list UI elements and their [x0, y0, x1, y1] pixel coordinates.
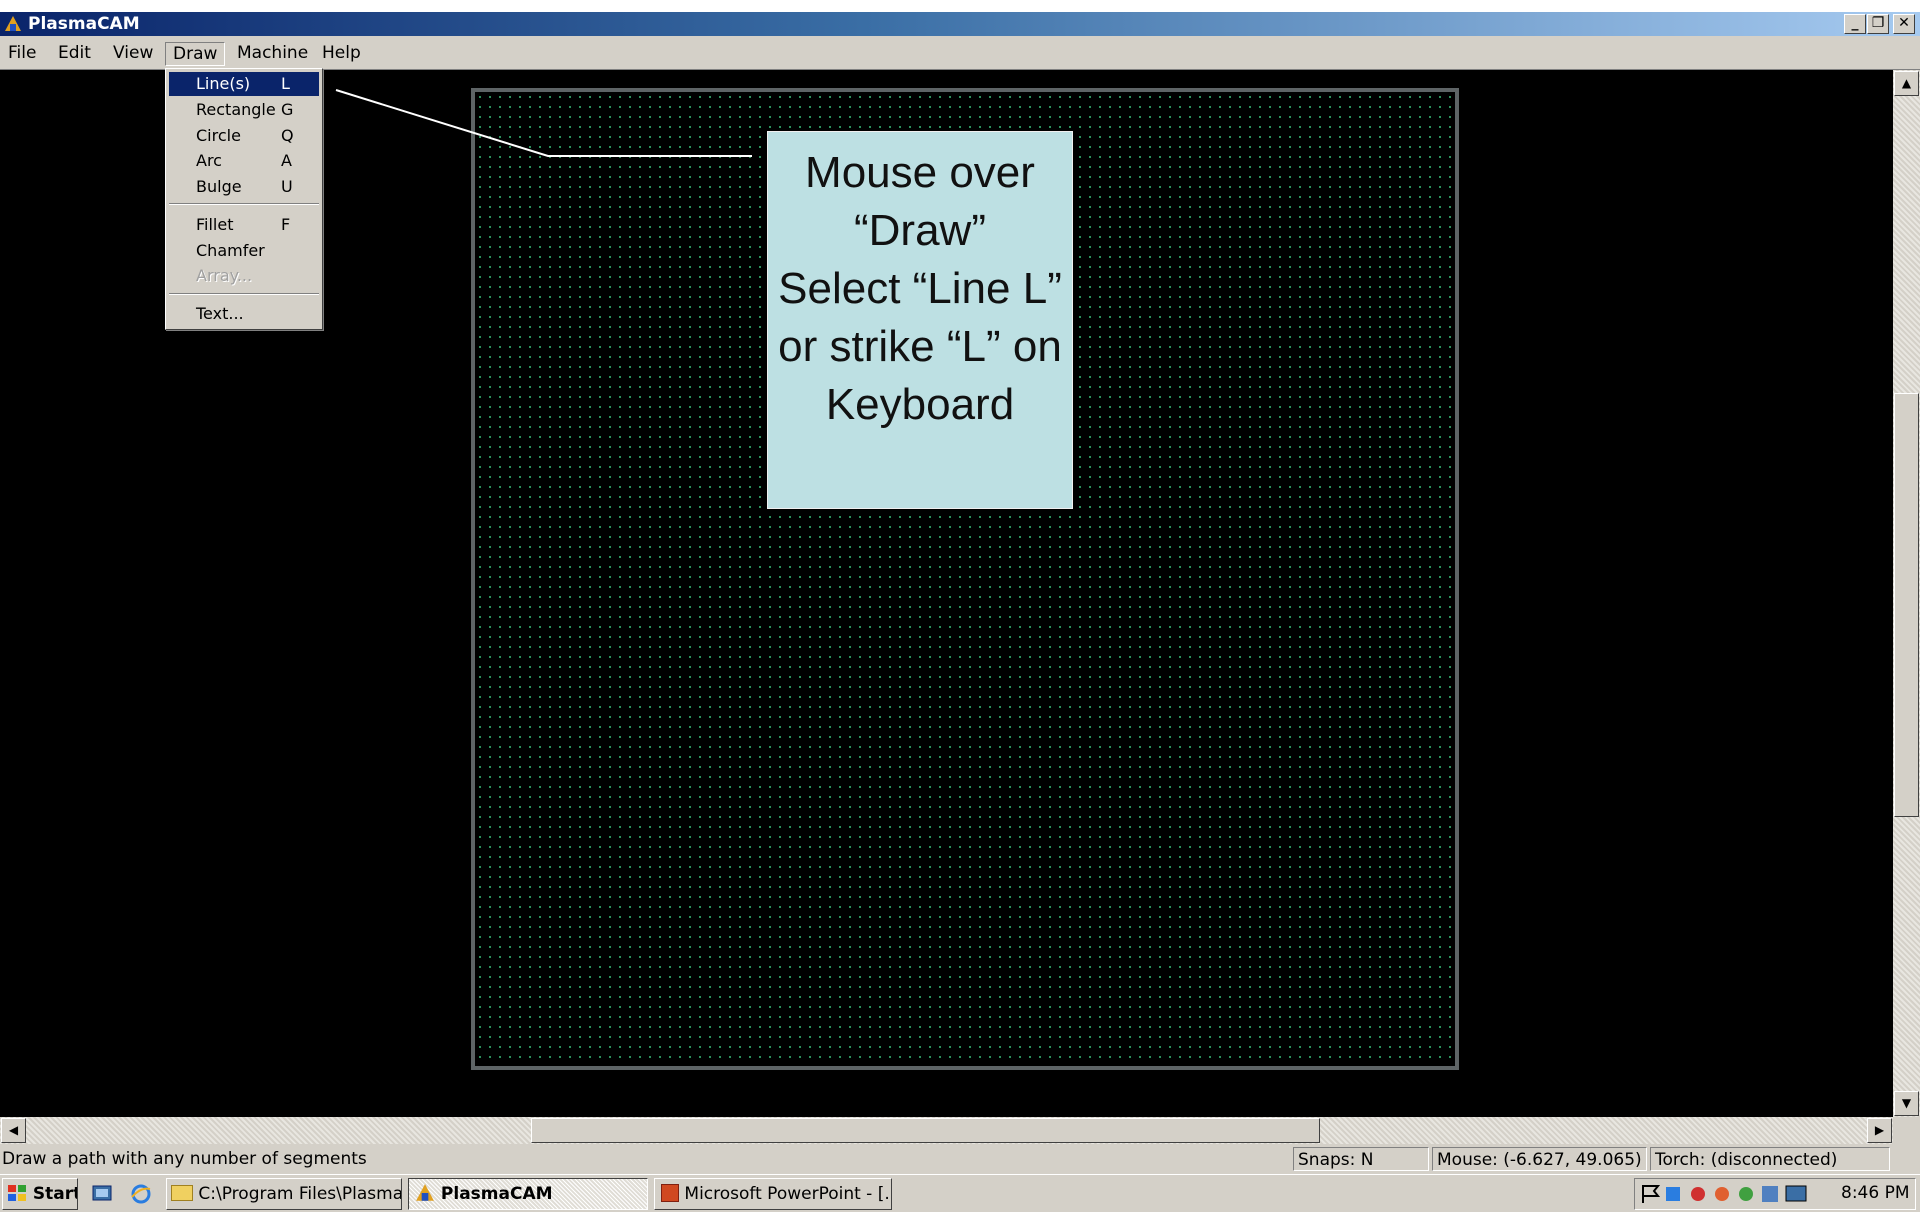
- menu-edit[interactable]: Edit: [58, 43, 91, 63]
- menu-item-chamfer[interactable]: Chamfer: [169, 239, 319, 263]
- menu-item-label: Array...: [196, 266, 253, 285]
- close-icon[interactable]: ✕: [1893, 14, 1915, 34]
- menu-item-label: Arc: [196, 151, 222, 170]
- status-bar: Draw a path with any number of segments …: [0, 1144, 1920, 1174]
- menu-item-shortcut: Q: [281, 126, 294, 145]
- restore-icon[interactable]: ❐: [1867, 14, 1889, 34]
- scroll-left-arrow-icon[interactable]: ◀: [1, 1118, 26, 1143]
- taskbar-powerpoint-window[interactable]: Microsoft PowerPoint - [...: [654, 1178, 892, 1210]
- status-hint: Draw a path with any number of segments: [2, 1149, 367, 1169]
- minimize-icon[interactable]: _: [1844, 14, 1866, 34]
- taskbar: Start C:\Program Files\Plasma... PlasmaC…: [0, 1174, 1920, 1212]
- menu-item-label: Circle: [196, 126, 241, 145]
- start-button[interactable]: Start: [2, 1178, 78, 1210]
- window-title: PlasmaCAM: [28, 14, 140, 34]
- scrollbar-corner: [1893, 1117, 1920, 1144]
- horizontal-scrollbar[interactable]: ◀ ▶: [0, 1117, 1893, 1144]
- menu-item-array: Array...: [169, 264, 319, 288]
- menu-item-circle[interactable]: Circle Q: [169, 124, 319, 148]
- menu-item-lines[interactable]: Line(s) L: [169, 72, 319, 96]
- taskbar-explorer-window[interactable]: C:\Program Files\Plasma...: [166, 1178, 402, 1210]
- taskbar-task-label: C:\Program Files\Plasma...: [198, 1184, 402, 1204]
- vertical-scrollbar[interactable]: ▲ ▼: [1893, 70, 1920, 1117]
- menu-item-label: Bulge: [196, 177, 242, 196]
- show-desktop-icon[interactable]: [92, 1184, 114, 1204]
- menu-item-text[interactable]: Text...: [169, 302, 319, 326]
- window-titlebar: PlasmaCAM _ ❐ ✕: [0, 12, 1920, 36]
- menu-draw[interactable]: Draw: [165, 42, 226, 66]
- menu-item-arc[interactable]: Arc A: [169, 149, 319, 173]
- vertical-scroll-thumb[interactable]: [1894, 393, 1919, 817]
- horizontal-scroll-thumb[interactable]: [531, 1118, 1320, 1143]
- internet-explorer-icon[interactable]: [130, 1183, 152, 1205]
- menu-file[interactable]: File: [8, 43, 36, 63]
- menu-item-label: Chamfer: [196, 241, 265, 260]
- menu-item-label: Fillet: [196, 215, 234, 234]
- status-snaps: Snaps: N: [1293, 1147, 1429, 1171]
- menu-item-shortcut: A: [281, 151, 292, 170]
- menu-item-shortcut: U: [281, 177, 293, 196]
- menu-machine[interactable]: Machine: [237, 43, 308, 63]
- system-tray: 8:46 PM: [1634, 1178, 1916, 1210]
- menu-view[interactable]: View: [113, 43, 153, 63]
- taskbar-task-label: PlasmaCAM: [440, 1184, 553, 1204]
- menu-bar: File Edit View Draw Machine Help: [0, 36, 1920, 70]
- menu-item-shortcut: F: [281, 215, 291, 234]
- tray-icons[interactable]: [1640, 1183, 1810, 1205]
- windows-logo-icon: [8, 1185, 26, 1201]
- menu-item-fillet[interactable]: Fillet F: [169, 213, 319, 237]
- menu-item-label: Rectangle: [196, 100, 276, 119]
- menu-separator: [169, 293, 319, 295]
- menu-item-shortcut: G: [281, 100, 294, 119]
- scroll-down-arrow-icon[interactable]: ▼: [1894, 1091, 1919, 1116]
- menu-item-rectangle[interactable]: Rectangle G: [169, 98, 319, 122]
- scroll-right-arrow-icon[interactable]: ▶: [1867, 1118, 1892, 1143]
- status-torch: Torch: (disconnected): [1650, 1147, 1890, 1171]
- menu-separator: [169, 203, 319, 205]
- menu-item-label: Line(s): [196, 74, 251, 93]
- plasmacam-app-icon: [416, 1184, 434, 1201]
- taskbar-plasmacam-window[interactable]: PlasmaCAM: [408, 1178, 648, 1210]
- powerpoint-icon: [661, 1184, 679, 1202]
- taskbar-task-label: Microsoft PowerPoint - [...: [684, 1184, 892, 1204]
- draw-menu-dropdown: Line(s) L Rectangle G Circle Q Arc A Bul…: [165, 68, 323, 330]
- menu-item-shortcut: L: [281, 74, 290, 93]
- plasmacam-app-icon: [5, 16, 21, 31]
- status-mouse-coordinates: Mouse: (-6.627, 49.065): [1432, 1147, 1647, 1171]
- folder-icon: [171, 1185, 193, 1201]
- instruction-callout: Mouse over “Draw” Select “Line L” or str…: [767, 131, 1073, 509]
- clock: 8:46 PM: [1841, 1183, 1910, 1203]
- start-label: Start: [32, 1184, 78, 1204]
- menu-item-bulge[interactable]: Bulge U: [169, 175, 319, 199]
- menu-item-label: Text...: [196, 304, 244, 323]
- scroll-up-arrow-icon[interactable]: ▲: [1894, 71, 1919, 96]
- menu-help[interactable]: Help: [322, 43, 361, 63]
